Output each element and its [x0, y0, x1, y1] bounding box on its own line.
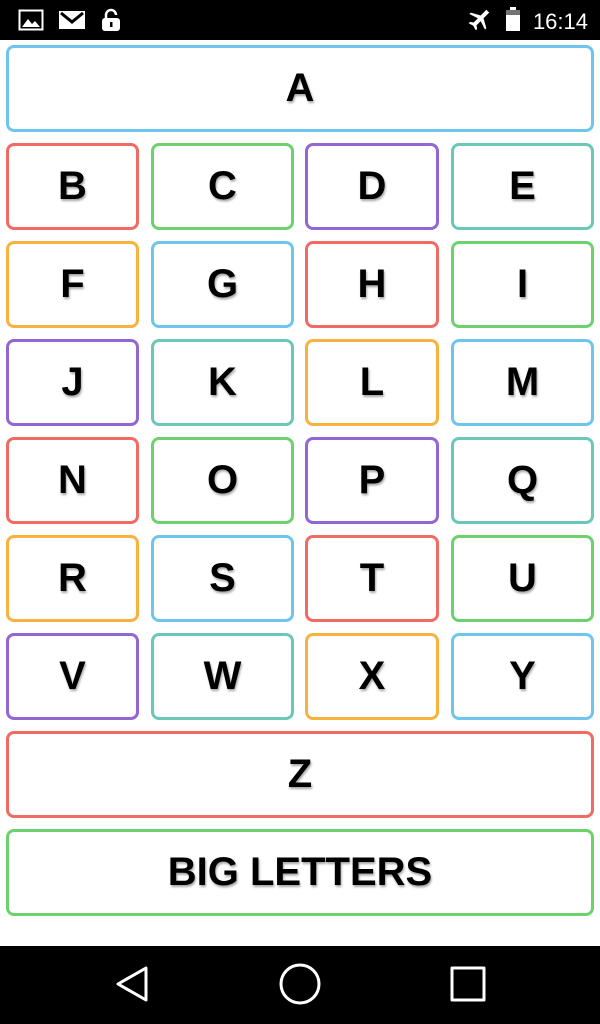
- key-s[interactable]: S: [151, 535, 294, 622]
- key-m[interactable]: M: [451, 339, 594, 426]
- clock: 16:14: [532, 8, 588, 34]
- key-g[interactable]: G: [151, 241, 294, 328]
- key-k[interactable]: K: [151, 339, 294, 426]
- back-icon: [112, 964, 152, 1009]
- key-i[interactable]: I: [451, 241, 594, 328]
- key-a[interactable]: A: [6, 45, 594, 132]
- image-icon: [18, 9, 44, 36]
- key-l[interactable]: L: [305, 339, 439, 426]
- key-x[interactable]: X: [305, 633, 439, 720]
- key-w[interactable]: W: [151, 633, 294, 720]
- recents-button[interactable]: [446, 964, 490, 1008]
- key-b[interactable]: B: [6, 143, 139, 230]
- key-v[interactable]: V: [6, 633, 139, 720]
- battery-icon: [505, 6, 521, 37]
- key-o[interactable]: O: [151, 437, 294, 524]
- key-u[interactable]: U: [451, 535, 594, 622]
- key-j[interactable]: J: [6, 339, 139, 426]
- key-d[interactable]: D: [305, 143, 439, 230]
- home-button[interactable]: [278, 962, 322, 1011]
- key-c[interactable]: C: [151, 143, 294, 230]
- lock-icon: [100, 8, 122, 37]
- airplane-mode-icon: [467, 6, 493, 37]
- gmail-icon: [58, 9, 86, 36]
- status-bar: 16:14: [0, 0, 600, 40]
- key-h[interactable]: H: [305, 241, 439, 328]
- key-t[interactable]: T: [305, 535, 439, 622]
- back-button[interactable]: [110, 964, 154, 1008]
- key-n[interactable]: N: [6, 437, 139, 524]
- key-r[interactable]: R: [6, 535, 139, 622]
- home-icon: [278, 962, 322, 1011]
- key-q[interactable]: Q: [451, 437, 594, 524]
- navigation-bar: [0, 946, 600, 1024]
- recents-icon: [448, 964, 488, 1009]
- key-y[interactable]: Y: [451, 633, 594, 720]
- key-z[interactable]: Z: [6, 731, 594, 818]
- key-e[interactable]: E: [451, 143, 594, 230]
- key-p[interactable]: P: [305, 437, 439, 524]
- key-f[interactable]: F: [6, 241, 139, 328]
- big-letters-button[interactable]: BIG LETTERS: [6, 829, 594, 916]
